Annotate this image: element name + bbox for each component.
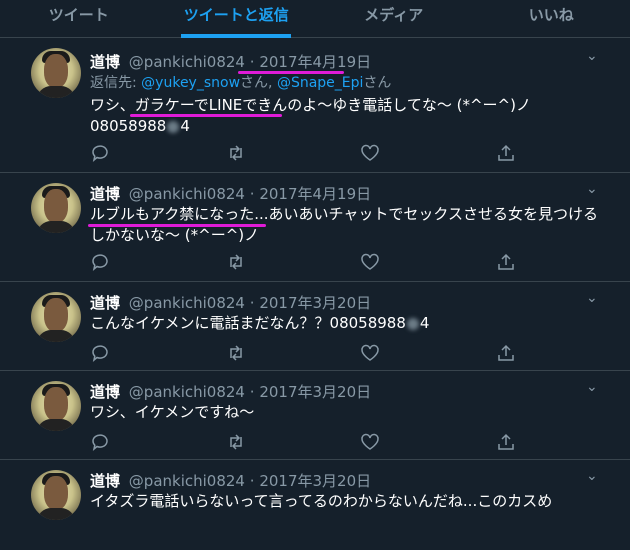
retweet-icon[interactable] xyxy=(226,432,246,452)
reply-mention[interactable]: @Snape_Epi xyxy=(277,75,363,91)
tab-tweets[interactable]: ツイート xyxy=(0,0,158,37)
tweet[interactable]: 道博 @pankichi0824 · 2017年3月20日 イタズラ電話いらない… xyxy=(0,460,630,550)
chevron-down-icon[interactable]: ⌄ xyxy=(586,468,598,484)
tweet-date[interactable]: 2017年3月20日 xyxy=(259,383,371,401)
author-handle[interactable]: @pankichi0824 xyxy=(129,472,245,490)
like-icon[interactable] xyxy=(360,432,380,452)
profile-tabs: ツイート ツイートと返信 メディア いいね xyxy=(0,0,630,38)
chevron-down-icon[interactable]: ⌄ xyxy=(586,181,598,197)
tweet-actions xyxy=(90,252,530,272)
avatar[interactable] xyxy=(31,292,81,342)
avatar[interactable] xyxy=(31,183,81,233)
tweet-text-line: ワシ、ガラケーでLINEできんのよ～ゆき電話してな～ (*^ー^)ノ xyxy=(90,96,531,114)
tweet-header: 道博 @pankichi0824 · 2017年4月19日 xyxy=(90,51,371,72)
tweet-date[interactable]: 2017年4月19日 xyxy=(259,185,371,203)
separator-dot: · xyxy=(249,53,255,71)
tweet-text-part: 4 xyxy=(419,314,430,332)
like-icon[interactable] xyxy=(360,252,380,272)
highlight-underline xyxy=(88,224,266,227)
tweet-text-part: こんなイケメンに電話まだなん？？08058988 xyxy=(90,314,406,332)
phone-number-part: 4 xyxy=(180,117,190,135)
tweet-text: イタズラ電話いらないって言ってるのわからないんだね...このカスめ xyxy=(90,492,553,510)
author-name[interactable]: 道博 xyxy=(90,472,120,490)
phone-number-part: 08058988 xyxy=(90,117,167,135)
like-icon[interactable] xyxy=(360,343,380,363)
redaction-blur xyxy=(406,317,419,330)
separator-dot: · xyxy=(249,185,255,203)
author-name[interactable]: 道博 xyxy=(90,185,120,203)
chevron-down-icon[interactable]: ⌄ xyxy=(586,290,598,306)
share-icon[interactable] xyxy=(496,343,516,363)
like-icon[interactable] xyxy=(360,143,380,163)
tweet[interactable]: 道博 @pankichi0824 · 2017年3月20日 こんなイケメンに電話… xyxy=(0,282,630,371)
retweet-icon[interactable] xyxy=(226,343,246,363)
tweet-header: 道博 @pankichi0824 · 2017年3月20日 xyxy=(90,381,371,402)
tweet[interactable]: 道博 @pankichi0824 · 2017年3月20日 ワシ、イケメンですね… xyxy=(0,371,630,460)
reply-mention[interactable]: @yukey_snow xyxy=(141,75,240,91)
tweet-header: 道博 @pankichi0824 · 2017年3月20日 xyxy=(90,292,371,313)
tab-media[interactable]: メディア xyxy=(315,0,473,37)
reply-icon[interactable] xyxy=(90,143,110,163)
replying-to: 返信先: @yukey_snowさん, @Snape_Epiさん xyxy=(90,72,391,92)
tweet-date[interactable]: 2017年3月20日 xyxy=(259,294,371,312)
tweet-actions xyxy=(90,143,530,163)
author-handle[interactable]: @pankichi0824 xyxy=(129,294,245,312)
separator-dot: · xyxy=(249,383,255,401)
reply-suffix: さん xyxy=(363,75,392,91)
tweet-header: 道博 @pankichi0824 · 2017年3月20日 xyxy=(90,470,371,491)
redaction-blur xyxy=(167,120,180,133)
retweet-icon[interactable] xyxy=(226,143,246,163)
reply-icon[interactable] xyxy=(90,432,110,452)
tweet-text: ワシ、イケメンですね～ xyxy=(90,403,255,421)
author-name[interactable]: 道博 xyxy=(90,53,120,71)
reply-icon[interactable] xyxy=(90,343,110,363)
tweet-text: こんなイケメンに電話まだなん？？08058988 4 xyxy=(90,313,610,334)
share-icon[interactable] xyxy=(496,432,516,452)
tweet-actions xyxy=(90,432,530,452)
tweet-header: 道博 @pankichi0824 · 2017年4月19日 xyxy=(90,183,371,204)
tab-tweets-and-replies[interactable]: ツイートと返信 xyxy=(158,0,316,37)
highlight-underline xyxy=(130,114,282,117)
reply-icon[interactable] xyxy=(90,252,110,272)
author-name[interactable]: 道博 xyxy=(90,383,120,401)
avatar[interactable] xyxy=(31,381,81,431)
tweet[interactable]: 道博 @pankichi0824 · 2017年4月19日 返信先: @yuke… xyxy=(0,38,630,173)
reply-separator: さん, xyxy=(240,75,277,91)
author-handle[interactable]: @pankichi0824 xyxy=(129,383,245,401)
retweet-icon[interactable] xyxy=(226,252,246,272)
author-name[interactable]: 道博 xyxy=(90,294,120,312)
separator-dot: · xyxy=(249,472,255,490)
share-icon[interactable] xyxy=(496,143,516,163)
replying-prefix: 返信先: xyxy=(90,75,142,91)
tweet-actions xyxy=(90,343,530,363)
tweet-date[interactable]: 2017年3月20日 xyxy=(259,472,371,490)
tab-likes[interactable]: いいね xyxy=(473,0,630,37)
author-handle[interactable]: @pankichi0824 xyxy=(129,53,245,71)
separator-dot: · xyxy=(249,294,255,312)
tweet-date[interactable]: 2017年4月19日 xyxy=(259,53,371,71)
avatar[interactable] xyxy=(31,470,81,520)
author-handle[interactable]: @pankichi0824 xyxy=(129,185,245,203)
chevron-down-icon[interactable]: ⌄ xyxy=(586,379,598,395)
tweet-text-line: 08058988 4 xyxy=(90,116,610,137)
share-icon[interactable] xyxy=(496,252,516,272)
chevron-down-icon[interactable]: ⌄ xyxy=(586,48,598,64)
avatar[interactable] xyxy=(31,48,81,98)
tweet[interactable]: 道博 @pankichi0824 · 2017年4月19日 ルブルもアク禁になっ… xyxy=(0,173,630,282)
